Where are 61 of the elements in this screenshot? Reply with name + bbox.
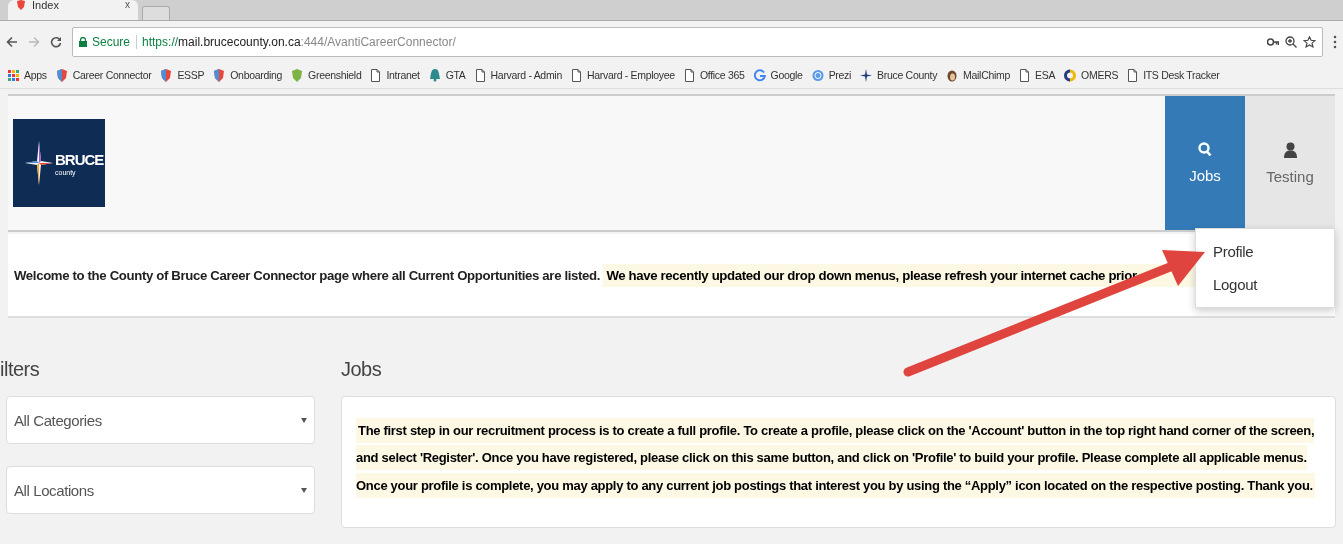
filter-dropdown[interactable]: All Locations	[6, 466, 315, 514]
bookmark-link[interactable]: MailChimp	[946, 68, 1010, 82]
secure-label: Secure	[92, 34, 138, 49]
bookmark-link[interactable]: Career Connector	[55, 68, 152, 82]
apps-grid-icon	[8, 69, 19, 81]
bookmark-link[interactable]: Intranet	[370, 68, 420, 82]
menu-icon	[1333, 34, 1337, 49]
nav-button[interactable]: Jobs	[1165, 96, 1245, 230]
tab-close-button[interactable]: x	[125, 0, 130, 10]
zoom-icon	[1285, 35, 1297, 48]
bookmark-link[interactable]: Onboarding	[213, 68, 283, 82]
reload-icon	[50, 35, 62, 48]
page-icon	[683, 68, 695, 82]
monkey-icon	[946, 68, 959, 82]
url-text: https://mail.brucecounty.on.ca:444/AvantiCareerConnector/	[142, 34, 457, 49]
lock-icon	[79, 36, 87, 47]
shield-icon	[55, 68, 68, 82]
browser-tab[interactable]: Index x	[8, 0, 138, 20]
bookmark-link[interactable]: OMERS	[1064, 68, 1119, 82]
shield-icon	[16, 0, 26, 10]
forward-arrow-icon	[28, 35, 40, 48]
jobs-heading: Jobs	[341, 358, 383, 382]
page-icon	[1127, 68, 1139, 82]
shield-icon	[160, 68, 173, 82]
bookmark-link[interactable]: Google	[753, 68, 803, 82]
bookmark-link[interactable]: Apps	[8, 69, 47, 81]
circle-icon	[811, 68, 824, 82]
tab-title: Index	[32, 0, 60, 10]
bookmark-link[interactable]: Greenshield	[291, 68, 362, 82]
bookmark-link[interactable]: Office 365	[683, 68, 745, 82]
ring-icon	[1064, 68, 1077, 82]
key-icon	[1267, 36, 1279, 47]
new-tab-button[interactable]	[142, 6, 170, 20]
bookmark-link[interactable]: ESSP	[160, 68, 205, 82]
page-icon	[1019, 68, 1030, 82]
page-icon	[570, 68, 582, 82]
nav-button[interactable]: Testing	[1245, 96, 1335, 230]
user-icon	[1283, 141, 1297, 158]
g-shape-icon	[753, 68, 766, 82]
bookmark-link[interactable]: Bruce County	[860, 68, 938, 82]
bookmark-link[interactable]: ESA	[1019, 68, 1056, 82]
bookmark-link[interactable]: Prezi	[811, 68, 852, 82]
shield-icon	[291, 68, 304, 82]
bookmark-link[interactable]: Harvard - Employee	[570, 68, 675, 82]
page-icon	[474, 68, 486, 82]
filters-heading: ilters	[0, 358, 41, 382]
search-icon	[1198, 142, 1212, 157]
bookmark-link[interactable]: ITS Desk Tracker	[1127, 68, 1220, 82]
filter-dropdown[interactable]: All Categories	[6, 396, 315, 444]
menu-item[interactable]: Profile	[1196, 235, 1334, 268]
star-icon	[1303, 35, 1316, 48]
bookmark-link[interactable]: GTA	[428, 68, 466, 82]
back-arrow-icon	[6, 35, 18, 48]
logo-name: BRUCE	[55, 150, 104, 169]
page-icon	[370, 68, 382, 82]
shield-icon	[213, 68, 226, 82]
bookmark-link[interactable]: Harvard - Admin	[474, 68, 562, 82]
caret-icon	[301, 487, 307, 493]
address-bar[interactable]: Secure https://mail.brucecounty.on.ca:444/AvantiCareerConnector/	[72, 26, 1323, 57]
bell-icon	[428, 68, 441, 82]
caret-icon	[301, 417, 307, 423]
